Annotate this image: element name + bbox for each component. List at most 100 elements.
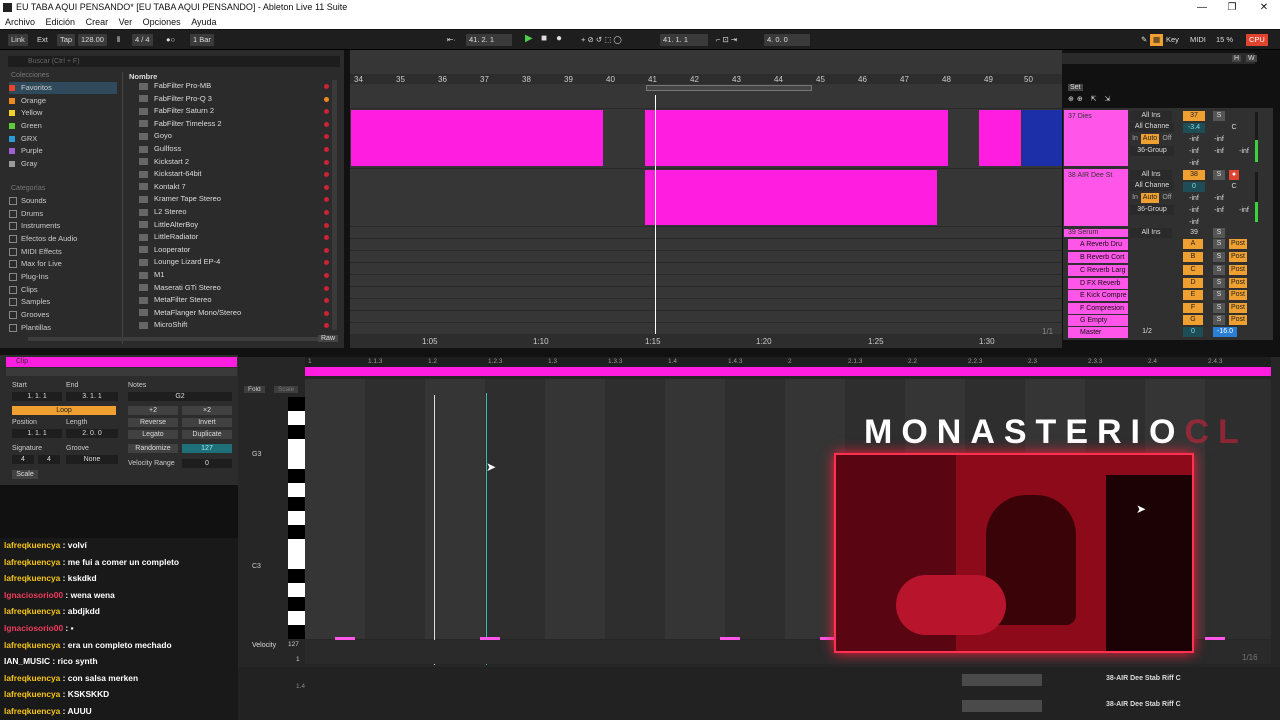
category-audio-effects[interactable]: Efectos de Audio [9,233,117,245]
input-type-dropdown[interactable]: All Ins [1130,228,1172,238]
crossfade-c-label[interactable]: C [1229,182,1239,192]
track-volume[interactable]: 39 [1183,228,1205,238]
category-sounds[interactable]: Sounds [9,195,117,207]
post-button[interactable]: Post [1229,252,1247,262]
return-track-d[interactable]: D FX Reverb D S Post [1066,278,1271,289]
cue-ratio[interactable]: 1/2 [1134,327,1160,337]
output-dropdown[interactable]: 36-Group [1130,205,1174,215]
midi-clip[interactable] [351,110,603,166]
collection-yellow[interactable]: Yellow [9,107,117,119]
master-track[interactable]: Master 1/2 0 -16.0 [1066,327,1271,338]
send-value[interactable]: -inf [1208,206,1230,216]
browser-item[interactable]: Kickstart-64bit [133,168,333,181]
link-button[interactable]: Link [8,34,28,46]
browser-item[interactable]: Maserati GTi Stereo [133,282,333,295]
collection-green[interactable]: Green [9,120,117,132]
loop-button[interactable]: Loop [12,406,116,415]
position-field[interactable]: 1. 1. 1 [12,429,62,438]
browser-item[interactable]: Gullfoss [133,143,333,156]
browser-item[interactable]: Kramer Tape Stereo [133,193,333,206]
monitor-off-button[interactable]: Off [1160,134,1174,144]
signature-numerator[interactable]: 4 [12,455,34,464]
raw-button[interactable]: Raw [318,335,339,342]
midi-clip[interactable] [645,110,948,166]
solo-button[interactable]: S [1213,252,1225,262]
browser-item[interactable]: Kontakt 7 [133,181,333,194]
menu-archivo[interactable]: Archivo [5,15,35,29]
loop-brace[interactable] [646,85,812,91]
post-button[interactable]: Post [1229,290,1247,300]
velocity-range-field[interactable]: 0 [182,459,232,468]
post-button[interactable]: Post [1229,315,1247,325]
output-dropdown[interactable]: 36-Group [1130,146,1174,156]
solo-button[interactable]: S [1213,228,1225,238]
browser-item[interactable]: Looperator [133,244,333,257]
reverse-button[interactable]: Reverse [128,418,178,427]
signature-denominator[interactable]: 4 [38,455,60,464]
hide-w2-button[interactable]: W [1246,55,1257,62]
clip-header[interactable]: Clip [6,357,237,367]
input-channel-dropdown[interactable]: All Channe [1130,181,1174,191]
category-max-for-live[interactable]: Max for Live [9,258,117,270]
solo-button[interactable]: S [1213,290,1225,300]
mini-clip[interactable] [962,674,1042,686]
scale-button[interactable]: Scale [12,470,38,479]
bar-ruler[interactable]: 34 35 36 37 38 39 40 41 42 43 44 45 46 4… [350,74,1062,84]
midi-button[interactable]: MIDI [1187,34,1209,46]
solo-button[interactable]: S [1213,278,1225,288]
browser-item[interactable]: LittleAlterBoy [133,219,333,232]
browser-item[interactable]: Lounge Lizard EP-4 [133,256,333,269]
collection-grx[interactable]: GRX [9,133,117,145]
menu-crear[interactable]: Crear [86,15,109,29]
category-templates[interactable]: Plantillas [9,322,117,334]
set-button[interactable]: Set [1068,84,1083,91]
category-midi-effects[interactable]: MIDI Effects [9,246,117,258]
browser-scrollbar[interactable] [332,80,337,330]
return-track-e[interactable]: E Kick Compre E S Post [1066,290,1271,301]
tempo-field[interactable]: 128.00 [78,34,107,46]
maximize-button[interactable]: ❐ [1218,0,1246,15]
send-value[interactable]: -inf [1183,135,1205,145]
send-value[interactable]: -inf [1233,206,1255,216]
minimize-button[interactable]: — [1188,0,1216,15]
loop-start-field[interactable]: 41. 1. 1 [660,34,708,46]
start-field[interactable]: 1. 1. 1 [12,392,62,401]
duplicate-button[interactable]: Duplicate [182,430,232,439]
browser-search-input[interactable]: Buscar (Ctrl + F) [8,56,340,67]
length-field[interactable]: 2. 0. 0 [66,429,118,438]
solo-button[interactable]: S [1213,239,1225,249]
collection-purple[interactable]: Purple [9,145,117,157]
send-value[interactable]: -inf [1208,147,1230,157]
play-button[interactable]: ▶ [522,33,536,45]
position-field[interactable]: 41. 2. 1 [466,34,512,46]
browser-item[interactable]: MicroShift [133,319,333,332]
piano-keyboard[interactable] [288,397,305,639]
time-ruler[interactable]: 1:05 1:10 1:15 1:20 1:25 1:30 [350,334,1062,348]
track-header-37[interactable]: 37 Dies [1064,110,1128,166]
monitor-auto-button[interactable]: Auto [1141,134,1159,144]
post-button[interactable]: Post [1229,265,1247,275]
transpose-up-button[interactable]: +2 [128,406,178,415]
hide-w-button[interactable]: H [1232,55,1242,62]
pan-value[interactable]: -3.4 [1183,123,1205,133]
solo-button[interactable]: S [1213,315,1225,325]
browser-item[interactable]: FabFilter Pro-MB [133,80,333,93]
category-grooves[interactable]: Grooves [9,309,117,321]
monitor-in-button[interactable]: In [1130,134,1140,144]
quantize-dropdown[interactable]: 1 Bar [190,34,214,46]
key-map-icon[interactable]: ▦ [1150,34,1164,46]
category-instruments[interactable]: Instruments [9,220,117,232]
randomize-button[interactable]: Randomize [128,444,178,453]
post-button[interactable]: Post [1229,278,1247,288]
browser-item[interactable]: MetaFlanger Mono/Stereo [133,307,333,320]
key-button[interactable]: Key [1163,34,1182,46]
mini-clip[interactable] [962,700,1042,712]
return-track-b[interactable]: B Reverb Cort B S Post [1066,252,1271,263]
send-value[interactable]: -inf [1208,194,1230,204]
return-track-a[interactable]: A Reverb Dru A S Post [1066,239,1271,250]
send-value[interactable]: -inf [1183,194,1205,204]
scale-toggle[interactable]: Scale [274,386,299,393]
preview-scrubber[interactable] [28,337,318,341]
input-channel-dropdown[interactable]: All Channe [1130,122,1174,132]
category-plugins[interactable]: Plug-Ins [9,271,117,283]
